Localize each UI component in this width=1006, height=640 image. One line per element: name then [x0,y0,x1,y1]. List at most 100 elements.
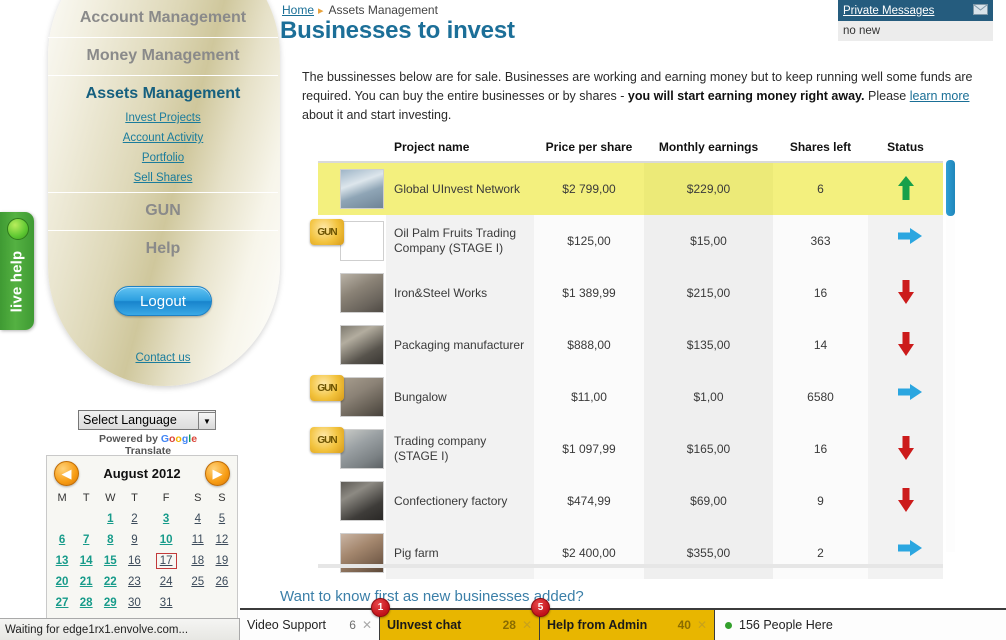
calendar-day-cell[interactable]: 10 [147,529,186,550]
chat-tab-help-from-admin[interactable]: 5 Help from Admin 40 ✕ [531,598,715,640]
sidebar-link-sell-shares[interactable]: Sell Shares [134,172,193,184]
calendar-day-cell[interactable]: 27 [50,592,74,613]
calendar-day-31[interactable]: 31 [160,597,173,609]
calendar-day-9[interactable]: 9 [131,534,137,546]
calendar-day-22[interactable]: 22 [104,576,117,588]
calendar-day-cell[interactable]: 6 [50,529,74,550]
project-thumbnail-cell[interactable] [318,475,386,527]
calendar-next-icon[interactable]: ▶ [205,461,230,486]
table-row[interactable]: Iron&Steel Works $1 389,99 $215,00 16 [318,267,943,319]
calendar-day-cell[interactable]: 30 [122,592,146,613]
calendar-prev-icon[interactable]: ◀ [54,461,79,486]
calendar-day-18[interactable]: 18 [191,555,204,567]
calendar-day-cell[interactable]: 18 [186,550,210,571]
contact-us-link[interactable]: Contact us [136,352,191,364]
table-row[interactable]: Pig farm $2 400,00 $355,00 2 [318,527,943,579]
calendar-day-1[interactable]: 1 [107,513,113,525]
calendar-day-23[interactable]: 23 [128,576,141,588]
sidebar-item-account-management[interactable]: Account Management [48,0,278,38]
calendar-day-cell[interactable]: 20 [50,571,74,592]
live-help-tab[interactable]: live help [0,212,34,330]
calendar-day-27[interactable]: 27 [56,597,69,609]
table-row[interactable]: GUN Bungalow $11,00 $1,00 6580 [310,371,943,423]
calendar-day-19[interactable]: 19 [216,555,229,567]
sidebar-item-assets-management[interactable]: Assets Management [48,76,278,107]
calendar-day-cell[interactable]: 1 [98,508,122,529]
calendar-day-5[interactable]: 5 [219,513,225,525]
language-select[interactable]: Select Language [78,410,216,430]
calendar-day-28[interactable]: 28 [80,597,93,609]
calendar-day-cell[interactable]: 22 [98,571,122,592]
sidebar-item-gun[interactable]: GUN [48,193,278,231]
project-thumbnail-cell[interactable]: GUN [310,423,386,475]
sidebar-item-sell-shares[interactable]: Sell Shares [48,167,278,187]
calendar-day-cell[interactable]: 29 [98,592,122,613]
calendar-day-24[interactable]: 24 [160,576,173,588]
calendar-day-13[interactable]: 13 [56,555,69,567]
close-icon[interactable]: ✕ [362,618,372,632]
calendar-day-10[interactable]: 10 [160,534,173,546]
calendar-day-cell[interactable]: 21 [74,571,98,592]
sidebar-link-invest-projects[interactable]: Invest Projects [125,112,200,124]
calendar-day-cell[interactable]: 14 [74,550,98,571]
calendar-day-cell[interactable]: 28 [74,592,98,613]
calendar-day-cell[interactable]: 2 [122,508,146,529]
sidebar-link-account-activity[interactable]: Account Activity [123,132,204,144]
calendar-day-7[interactable]: 7 [83,534,89,546]
sidebar-item-portfolio[interactable]: Portfolio [48,147,278,167]
sidebar-link-portfolio[interactable]: Portfolio [142,152,184,164]
calendar-day-11[interactable]: 11 [192,534,204,546]
logout-button[interactable]: Logout [114,286,212,316]
calendar-day-cell[interactable]: 7 [74,529,98,550]
project-thumbnail-cell[interactable] [318,527,386,579]
calendar-day-16[interactable]: 16 [128,555,141,567]
project-name-cell[interactable]: Pig farm [386,527,534,579]
calendar-day-3[interactable]: 3 [163,513,169,525]
sidebar-item-account-activity[interactable]: Account Activity [48,127,278,147]
project-thumbnail-cell[interactable] [318,319,386,371]
close-icon[interactable]: ✕ [522,618,532,632]
private-messages-link[interactable]: Private Messages [843,5,934,17]
table-scrollbar-thumb[interactable] [946,160,955,216]
learn-more-link[interactable]: learn more [910,89,970,103]
sidebar-item-invest-projects[interactable]: Invest Projects [48,107,278,127]
calendar-day-20[interactable]: 20 [56,576,69,588]
chat-tab-video-support[interactable]: Video Support 6 ✕ [240,610,380,640]
chat-tab-uinvest-chat[interactable]: 1 UInvest chat 28 ✕ [371,598,540,640]
breadcrumb-home-link[interactable]: Home [282,3,314,17]
calendar-day-cell[interactable]: 12 [210,529,234,550]
project-thumbnail-cell[interactable] [318,267,386,319]
calendar-day-6[interactable]: 6 [59,534,65,546]
calendar-day-cell[interactable]: 16 [122,550,146,571]
calendar-day-4[interactable]: 4 [195,513,201,525]
calendar-day-cell[interactable]: 15 [98,550,122,571]
calendar-day-8[interactable]: 8 [107,534,113,546]
project-thumbnail-cell[interactable]: GUN [310,215,386,267]
calendar-day-cell[interactable]: 8 [98,529,122,550]
calendar-day-cell[interactable]: 24 [147,571,186,592]
calendar-day-26[interactable]: 26 [216,576,229,588]
calendar-day-cell[interactable]: 3 [147,508,186,529]
table-row[interactable]: GUN Oil Palm Fruits Trading Company (STAG… [310,215,943,267]
table-row[interactable]: Confectionery factory $474,99 $69,00 9 [318,475,943,527]
calendar-day-21[interactable]: 21 [80,576,93,588]
calendar-day-cell[interactable]: 23 [122,571,146,592]
language-select-wrap[interactable]: Select Language ▼ [78,410,218,430]
close-icon[interactable]: ✕ [697,618,707,632]
calendar-day-cell[interactable]: 19 [210,550,234,571]
calendar-day-cell[interactable]: 5 [210,508,234,529]
project-name-cell[interactable]: Iron&Steel Works [386,267,534,319]
calendar-day-today[interactable]: 17 [155,552,177,569]
project-name-cell[interactable]: Confectionery factory [386,475,534,527]
calendar-day-2[interactable]: 2 [131,513,137,525]
calendar-day-cell[interactable]: 31 [147,592,186,613]
calendar-day-25[interactable]: 25 [191,576,204,588]
calendar-day-cell[interactable]: 13 [50,550,74,571]
calendar-day-cell[interactable]: 25 [186,571,210,592]
project-name-cell[interactable]: Packaging manufacturer [386,319,534,371]
project-thumbnail-cell[interactable] [318,162,386,215]
calendar-day-15[interactable]: 15 [104,555,117,567]
table-row[interactable]: GUN Trading company (STAGE I) $1 097,99 $16… [310,423,943,475]
table-row[interactable]: Global UInvest Network $2 799,00 $229,00 6 [318,162,943,215]
calendar-day-cell[interactable]: 17 [147,550,186,571]
